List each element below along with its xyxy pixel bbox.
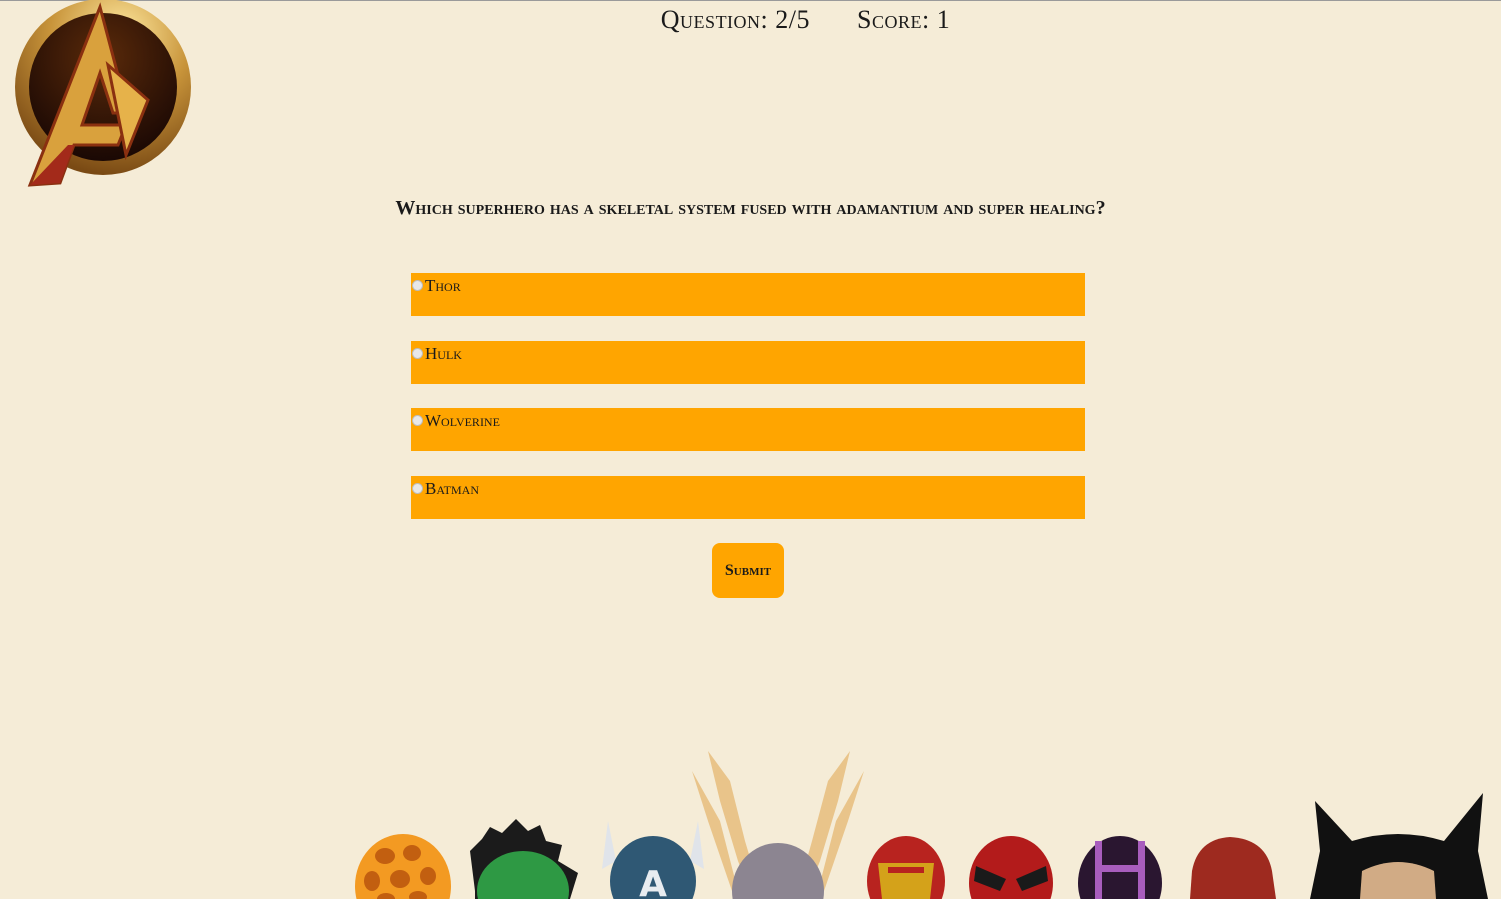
answer-options: Thor Hulk Wolverine Batman	[411, 273, 1085, 543]
spider-man-head-icon	[969, 836, 1053, 899]
option-label: Thor	[425, 276, 461, 295]
submit-button[interactable]: Submit	[712, 543, 784, 598]
thing-head-icon	[355, 834, 451, 899]
radio-button[interactable]	[412, 280, 423, 291]
question-counter: Question: 2/5	[660, 5, 810, 34]
option-label: Batman	[425, 478, 480, 498]
question-text: Which superhero has a skeletal system fu…	[395, 197, 1106, 219]
heroes-footer: A	[355, 751, 1488, 899]
radio-button[interactable]	[412, 415, 423, 426]
option-hulk[interactable]: Hulk	[411, 340, 1085, 384]
option-wolverine[interactable]: Wolverine	[411, 408, 1085, 451]
black-widow-head-icon	[1190, 837, 1276, 899]
wolverine-head-icon	[1310, 793, 1488, 899]
option-thor[interactable]: Thor	[411, 273, 1085, 316]
captain-america-head-icon: A	[602, 821, 704, 899]
thor-head-icon	[692, 751, 864, 899]
score-counter: Score: 1	[857, 5, 951, 34]
option-label: Wolverine	[425, 411, 500, 430]
status-bar: Question: 2/5 Score: 1	[0, 5, 1501, 35]
option-batman[interactable]: Batman	[411, 475, 1085, 519]
avengers-logo-icon	[15, 0, 191, 187]
svg-text:A: A	[639, 864, 667, 899]
hulk-head-icon	[470, 819, 578, 899]
radio-button[interactable]	[412, 482, 423, 494]
iron-man-head-icon	[867, 836, 945, 899]
hawkeye-head-icon	[1078, 836, 1162, 899]
option-label: Hulk	[425, 343, 462, 363]
radio-button[interactable]	[412, 347, 423, 359]
